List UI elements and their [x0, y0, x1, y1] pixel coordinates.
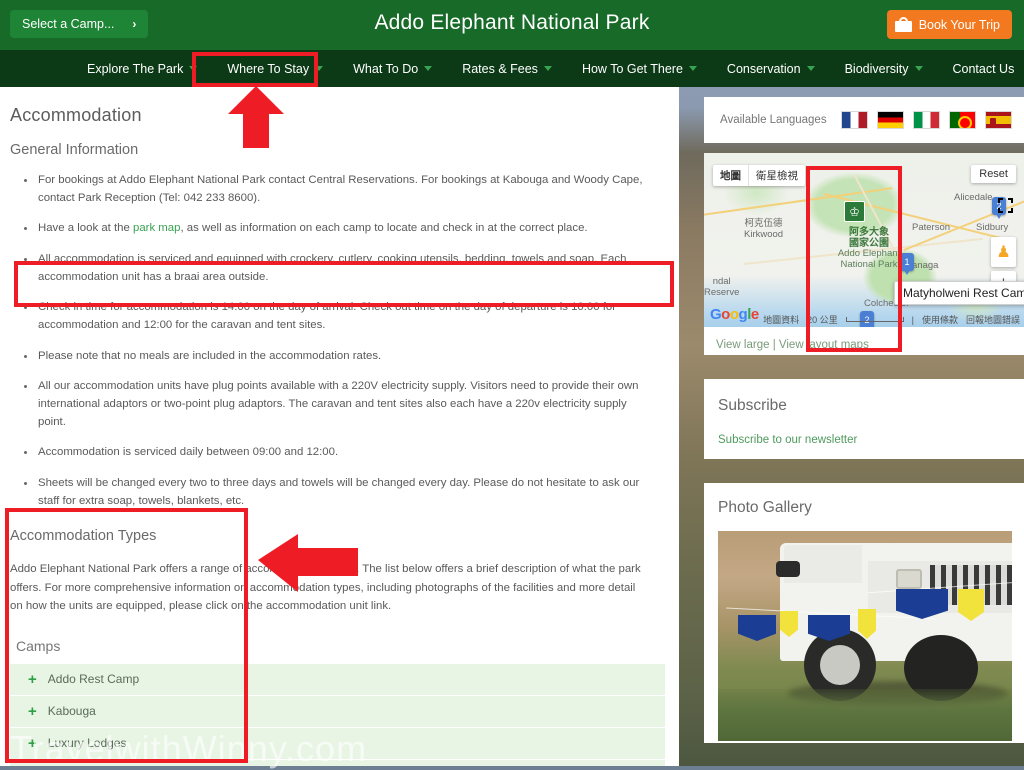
flag-italy-icon[interactable]	[913, 111, 940, 129]
available-languages-label: Available Languages	[720, 114, 827, 126]
map-terms-link[interactable]: 使用條款	[922, 313, 958, 326]
map-type-toggle[interactable]: 地圖 衛星檢視	[713, 165, 805, 186]
map-type-map[interactable]: 地圖	[713, 165, 749, 186]
chevron-down-icon	[807, 66, 815, 71]
accommodation-types-paragraph: Addo Elephant National Park offers a ran…	[10, 560, 649, 615]
subscribe-card: Subscribe Subscribe to our newsletter	[704, 379, 1024, 459]
camp-list-item-label: Luxury Lodges	[48, 736, 127, 750]
map-place-label: 柯克伍德Kirkwood	[744, 219, 783, 241]
chevron-down-icon	[315, 66, 323, 71]
map-place-label: ndalReserve	[704, 277, 739, 299]
info-bullet: Accommodation is serviced daily between …	[10, 444, 657, 462]
subscribe-newsletter-link[interactable]: Subscribe to our newsletter	[718, 434, 857, 446]
main-content-column: Accommodation General Information For bo…	[0, 87, 679, 766]
chevron-down-icon	[915, 66, 923, 71]
nav-item-label: What To Do	[353, 62, 418, 76]
nav-item-what-to-do[interactable]: What To Do	[338, 50, 447, 87]
camp-list-item[interactable]: +Matyholweni Rest Camp	[10, 760, 665, 766]
page-title: Addo Elephant National Park	[0, 11, 1024, 35]
map-place-label: anaga	[912, 261, 938, 272]
view-layout-maps-link[interactable]: View layout maps	[779, 339, 869, 351]
general-information-list: For bookings at Addo Elephant National P…	[10, 172, 657, 510]
camp-list-item-label: Kabouga	[48, 704, 96, 718]
right-sidebar: Available Languages 地圖 衛星檢視 Reset ♟ + ♔ …	[690, 87, 1024, 766]
nav-item-label: Explore The Park	[87, 62, 183, 76]
chevron-down-icon	[424, 66, 432, 71]
shopping-bag-icon	[895, 17, 912, 32]
chevron-down-icon	[189, 66, 197, 71]
map-scale-label: 20 公里	[807, 313, 838, 326]
fullscreen-icon[interactable]	[998, 198, 1013, 213]
google-map[interactable]: 地圖 衛星檢視 Reset ♟ + ♔ 阿多大象 國家公園 Addo Eleph…	[704, 153, 1024, 327]
nav-item-rates-fees[interactable]: Rates & Fees	[447, 50, 567, 87]
photo-gallery-heading: Photo Gallery	[718, 499, 1024, 517]
nav-item-how-to-get-there[interactable]: How To Get There	[567, 50, 712, 87]
nav-item-label: Biodiversity	[845, 62, 909, 76]
info-bullet: Have a look at the park map, as well as …	[10, 220, 657, 238]
map-numbered-marker[interactable]: 1	[900, 253, 914, 271]
nav-item-biodiversity[interactable]: Biodiversity	[830, 50, 938, 87]
book-your-trip-label: Book Your Trip	[919, 18, 1000, 32]
map-place-label: Sidbury	[976, 223, 1008, 234]
info-bullet: All accommodation is serviced and equipp…	[10, 251, 657, 286]
language-flags	[841, 111, 1012, 129]
flag-portugal-icon[interactable]	[949, 111, 976, 129]
bunting-flag	[738, 615, 776, 641]
pegman-street-view-icon[interactable]: ♟	[991, 237, 1016, 267]
flag-france-icon[interactable]	[841, 111, 868, 129]
info-bullet: Please note that no meals are included i…	[10, 348, 657, 366]
gallery-photo-jeep[interactable]	[718, 531, 1012, 741]
map-place-label: Alicedale	[954, 193, 993, 204]
chevron-down-icon	[689, 66, 697, 71]
nav-item-label: Contact Us	[953, 62, 1015, 76]
info-bullet: All our accommodation units have plug po…	[10, 378, 657, 431]
flag-germany-icon[interactable]	[877, 111, 904, 129]
info-bullet: For bookings at Addo Elephant National P…	[10, 172, 657, 207]
flag-spain-icon[interactable]	[985, 111, 1012, 129]
nav-item-label: How To Get There	[582, 62, 683, 76]
nav-item-label: Conservation	[727, 62, 801, 76]
map-type-satellite[interactable]: 衛星檢視	[749, 165, 805, 186]
google-logo: Google	[710, 306, 759, 323]
map-scale-bar	[846, 317, 904, 322]
plus-icon: +	[28, 736, 37, 751]
nav-item-contact-us[interactable]: Contact Us	[938, 50, 1024, 87]
location-map-card: 地圖 衛星檢視 Reset ♟ + ♔ 阿多大象 國家公園 Addo Eleph…	[704, 153, 1024, 355]
camps-accordion: Camps + Addo Rest Camp + Kabouga + Luxury Lod…	[10, 638, 657, 766]
camp-list-item[interactable]: + Luxury Lodges	[10, 728, 665, 760]
plus-icon: +	[28, 672, 37, 687]
map-reset-button[interactable]: Reset	[971, 165, 1016, 183]
view-large-link[interactable]: View large	[716, 339, 770, 351]
nav-item-label: Rates & Fees	[462, 62, 538, 76]
nav-item-explore-the-park[interactable]: Explore The Park	[72, 50, 212, 87]
nav-item-where-to-stay[interactable]: Where To Stay	[212, 50, 338, 87]
map-report-link[interactable]: 回報地圖錯誤	[966, 313, 1020, 326]
map-place-label: Paterson	[912, 223, 950, 234]
chevron-down-icon	[544, 66, 552, 71]
subscribe-heading: Subscribe	[718, 397, 1024, 415]
map-tooltip: Matyholweni Rest Camp	[894, 281, 1024, 305]
nav-item-label: Where To Stay	[227, 62, 309, 76]
camp-list-item-label: Addo Rest Camp	[48, 672, 139, 686]
park-map-link[interactable]: park map	[133, 222, 180, 234]
camp-list-item[interactable]: + Addo Rest Camp	[10, 664, 665, 696]
park-marker-icon: ♔	[844, 201, 865, 222]
general-information-heading: General Information	[10, 142, 657, 158]
site-header: Select a Camp... › Addo Elephant Nationa…	[0, 0, 1024, 50]
plus-icon: +	[28, 704, 37, 719]
map-links: View large | View layout maps	[704, 339, 1024, 351]
camp-list-item[interactable]: + Kabouga	[10, 696, 665, 728]
link-separator: |	[773, 339, 776, 351]
main-navigation: Explore The Park Where To Stay What To Do R…	[0, 50, 1024, 87]
camps-heading: Camps	[10, 638, 657, 664]
map-data-label: 地圖資料	[763, 313, 799, 326]
nav-item-conservation[interactable]: Conservation	[712, 50, 830, 87]
info-bullet: Check in time for accommodation is 14:00…	[10, 299, 657, 334]
accommodation-heading: Accommodation	[10, 105, 657, 126]
info-bullet: Sheets will be changed every two to thre…	[10, 475, 657, 510]
available-languages-card: Available Languages	[704, 97, 1024, 143]
accommodation-types-heading: Accommodation Types	[10, 528, 657, 544]
photo-gallery-card: Photo Gallery	[704, 483, 1024, 743]
book-your-trip-button[interactable]: Book Your Trip	[887, 10, 1012, 39]
